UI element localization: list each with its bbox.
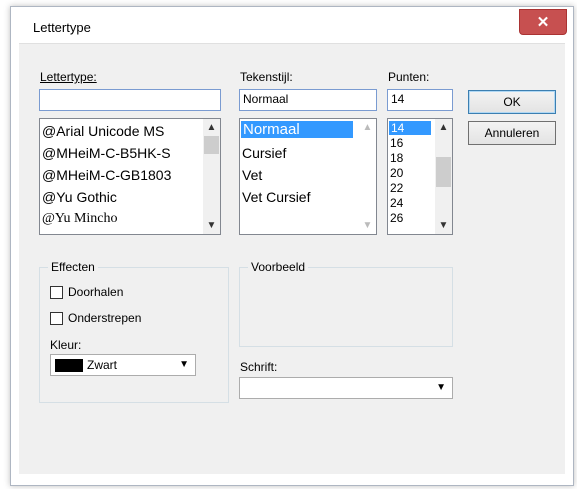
style-list-item[interactable]: Vet Cursief [242,189,310,205]
size-list-item[interactable]: 24 [390,196,403,210]
font-list-item[interactable]: @MHeiM-C-B5HK-S [42,145,171,161]
cancel-button[interactable]: Annuleren [468,121,556,145]
style-list-item[interactable]: Vet [242,167,262,183]
scroll-up-icon[interactable]: ▲ [435,119,452,136]
font-input[interactable] [39,89,221,111]
scroll-thumb[interactable] [204,136,219,154]
size-label: Punten: [388,70,430,84]
size-list[interactable]: 14 16 18 20 22 24 26 ▲ ▼ [387,118,453,235]
dialog-title: Lettertype [33,20,91,35]
size-list-item-selected[interactable]: 14 [389,121,431,135]
style-list-item[interactable]: Cursief [242,145,286,161]
effects-title: Effecten [48,260,98,274]
size-list-item[interactable]: 20 [390,166,403,180]
font-scrollbar[interactable]: ▲ ▼ [203,119,220,234]
font-list-item[interactable]: @MHeiM-C-GB1803 [42,167,171,183]
close-icon: ✕ [536,13,550,31]
size-list-item[interactable]: 18 [390,151,403,165]
strikeout-checkbox[interactable] [50,286,63,299]
scroll-up-icon[interactable]: ▲ [203,119,220,136]
style-scrollbar[interactable]: ▲ ▼ [359,119,376,234]
strikeout-label[interactable]: Doorhalen [68,285,123,299]
style-label: Tekenstijl: [240,70,293,84]
style-list-item-selected[interactable]: Normaal [241,121,353,138]
scroll-down-icon[interactable]: ▼ [359,217,376,234]
color-select[interactable]: Zwart ▼ [50,354,196,376]
preview-title: Voorbeeld [248,260,309,274]
script-select[interactable]: ▼ [239,377,453,399]
font-list-item[interactable]: @Arial Unicode MS [42,123,164,139]
color-swatch [55,359,83,372]
title-bar: Lettertype ✕ [11,7,573,43]
font-label: Lettertype: [40,70,97,84]
underline-label[interactable]: Onderstrepen [68,311,141,325]
font-list-item[interactable]: @Yu Mincho [42,211,118,227]
style-list[interactable]: Normaal Cursief Vet Vet Cursief ▲ ▼ [239,118,377,235]
effects-group: Effecten Doorhalen Onderstrepen Kleur: Z… [39,260,229,403]
size-list-item[interactable]: 22 [390,181,403,195]
chevron-down-icon: ▼ [179,359,189,370]
size-scrollbar[interactable]: ▲ ▼ [435,119,452,234]
dialog-body: Lettertype: @Arial Unicode MS @MHeiM-C-B… [19,43,565,474]
size-input[interactable]: 14 [387,89,453,111]
size-list-item[interactable]: 16 [390,136,403,150]
size-list-item[interactable]: 26 [390,211,403,225]
ok-button[interactable]: OK [468,90,556,114]
color-value: Zwart [87,358,117,372]
underline-checkbox[interactable] [50,312,63,325]
close-button[interactable]: ✕ [519,9,567,35]
font-list[interactable]: @Arial Unicode MS @MHeiM-C-B5HK-S @MHeiM… [39,118,221,235]
color-label: Kleur: [50,338,82,352]
font-dialog: Lettertype ✕ Lettertype: @Arial Unicode … [10,6,574,486]
scroll-thumb[interactable] [436,157,451,187]
preview-group: Voorbeeld [239,260,453,347]
scroll-up-icon[interactable]: ▲ [359,119,376,136]
style-input[interactable]: Normaal [239,89,377,111]
scroll-down-icon[interactable]: ▼ [203,217,220,234]
font-list-item[interactable]: @Yu Gothic [42,189,117,205]
script-label: Schrift: [240,360,278,374]
scroll-down-icon[interactable]: ▼ [435,217,452,234]
chevron-down-icon: ▼ [436,382,446,393]
